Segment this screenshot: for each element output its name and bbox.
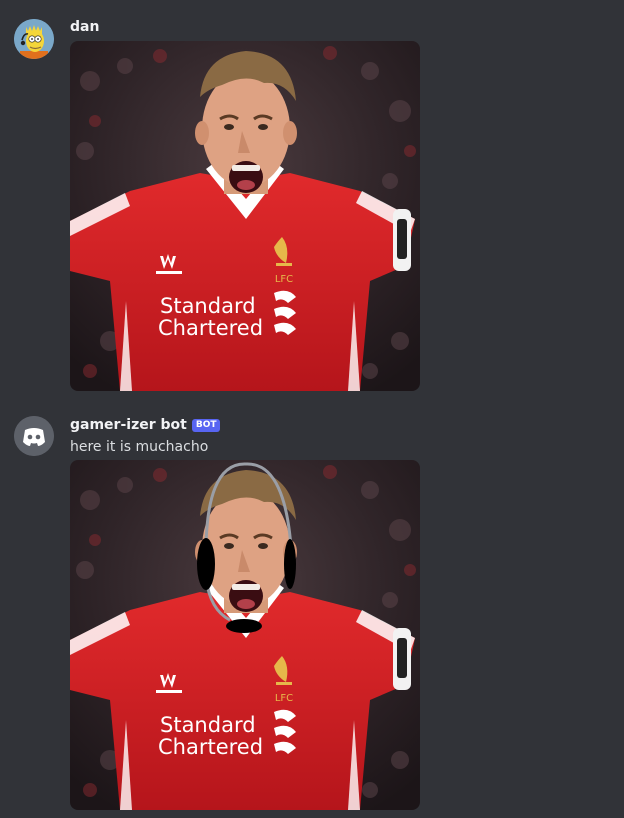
message-header: gamer-izer bot BOT [70,416,221,434]
crest-label: LFC [275,693,293,704]
chat-message-list: dan LFC Standard Chartered gamer-izer bo… [0,0,624,818]
image-attachment[interactable]: LFC Standard Chartered [70,41,420,391]
sponsor-text-line2: Chartered [158,316,263,340]
chat-message: gamer-izer bot BOT here it is muchacho L… [0,400,624,818]
message-text: here it is muchacho [70,439,209,455]
footballer-photo: LFC Standard Chartered [70,41,420,391]
username[interactable]: gamer-izer bot [70,416,187,434]
bot-badge: BOT [191,418,221,432]
crest-label: LFC [275,274,293,285]
discord-logo-icon [14,416,54,456]
username[interactable]: dan [70,18,99,36]
sponsor-text-line1: Standard [160,713,256,737]
bot-avatar[interactable] [14,416,54,456]
user-avatar[interactable] [14,19,54,59]
sponsor-text-line2: Chartered [158,735,263,759]
chat-message: dan LFC Standard Chartered [0,0,624,400]
footballer-photo-with-headset: LFC Standard Chartered [70,460,420,810]
sponsor-text-line1: Standard [160,294,256,318]
image-attachment[interactable]: LFC Standard Chartered [70,460,420,810]
cartoon-character-icon [14,19,54,59]
message-header: dan [70,18,99,36]
